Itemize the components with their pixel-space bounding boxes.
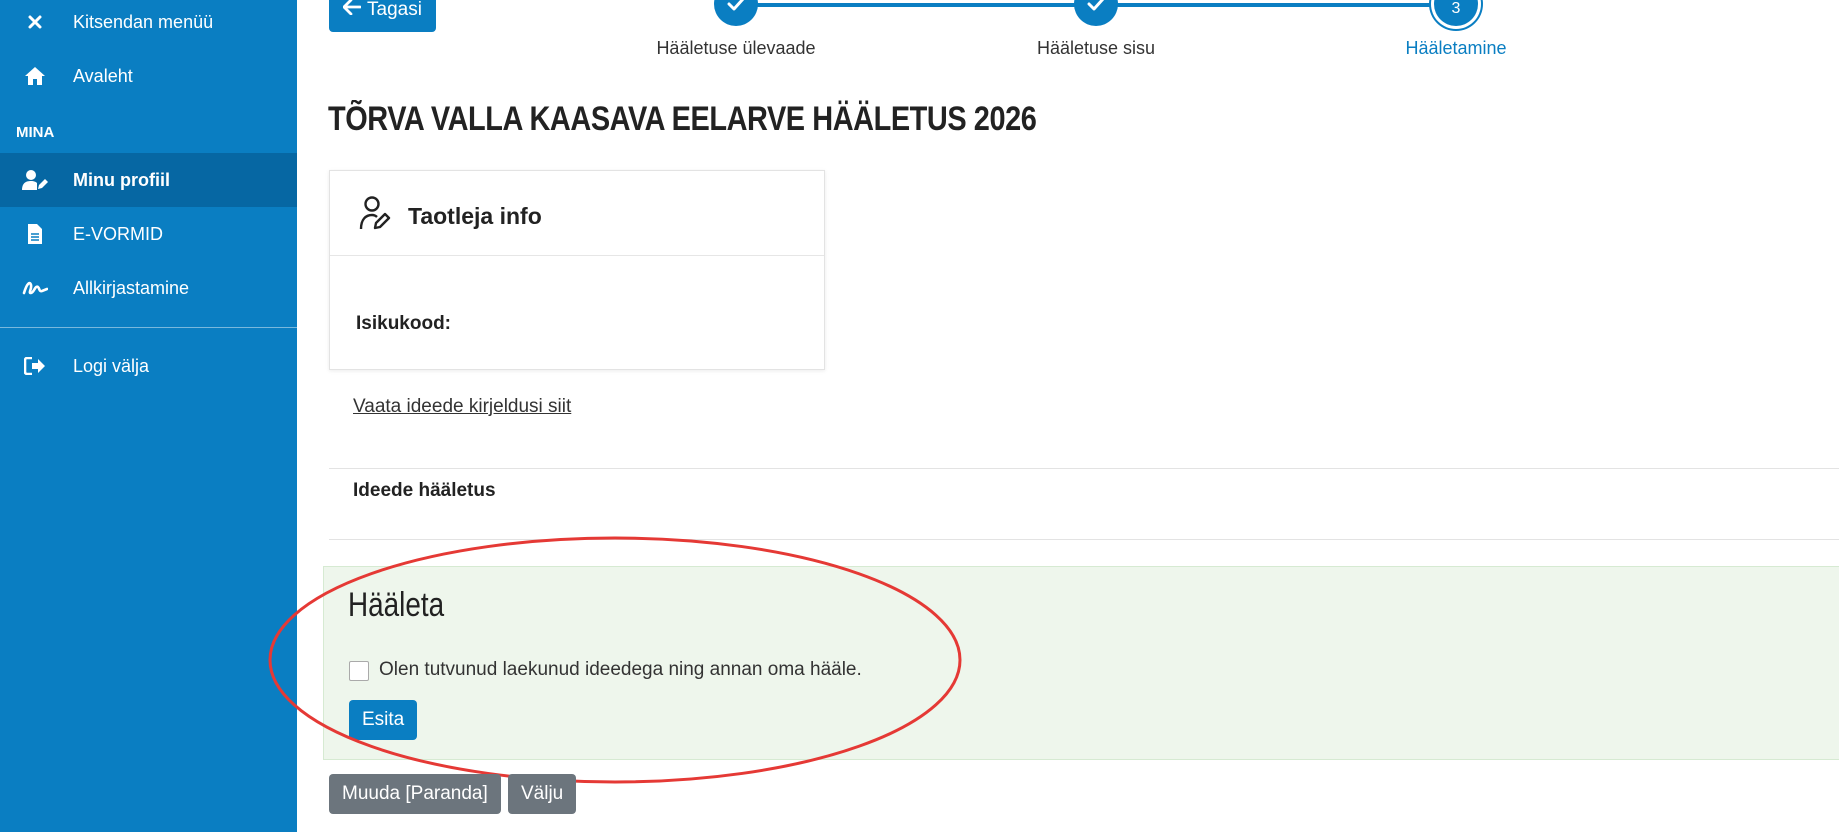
stepper-line — [1096, 3, 1456, 7]
sidebar-item-label: E-VORMID — [73, 223, 163, 244]
sidebar-item-label: Allkirjastamine — [73, 277, 190, 298]
edit-button[interactable]: Muuda [Paranda] — [329, 774, 501, 814]
sidebar-item-eforms[interactable]: E-VORMID — [0, 207, 297, 261]
home-icon — [22, 63, 48, 89]
card-title: Taotleja info — [408, 203, 542, 229]
sidebar-item-profile[interactable]: Minu profiil — [0, 153, 297, 207]
sidebar-item-label: Minu profiil — [73, 169, 170, 190]
step-2-check-icon — [1074, 0, 1118, 26]
user-edit-icon — [22, 167, 48, 193]
step-1-check-icon — [714, 0, 758, 26]
sidebar-item-home[interactable]: Avaleht — [0, 49, 297, 103]
close-icon — [22, 9, 48, 35]
signature-icon — [22, 275, 48, 301]
sidebar-item-signing[interactable]: Allkirjastamine — [0, 261, 297, 315]
user-edit-icon — [358, 195, 392, 236]
logout-button[interactable]: Logi välja — [0, 339, 297, 393]
logout-label: Logi välja — [73, 355, 150, 376]
page-title: TÕRVA VALLA KAASAVA EELARVE HÄÄLETUS 202… — [328, 100, 1037, 138]
document-icon — [22, 221, 48, 247]
step-3-number: 3 — [1451, 0, 1461, 17]
annotation-ellipse — [268, 536, 962, 784]
ideas-voting-label: Ideede hääletus — [353, 480, 496, 501]
collapse-menu-label: Kitsendan menüü — [73, 11, 214, 32]
exit-button[interactable]: Välju — [508, 774, 577, 814]
personal-code-label: Isikukood: — [356, 313, 452, 334]
step-3-circle: 3 — [1434, 0, 1478, 26]
sidebar: Kitsendan menüü Avaleht MINA Minu profii… — [0, 0, 297, 832]
divider — [329, 468, 1839, 469]
sidebar-item-label: Avaleht — [73, 65, 133, 86]
sidebar-divider — [0, 327, 297, 328]
back-button[interactable]: Tagasi — [329, 0, 436, 32]
back-label: Tagasi — [367, 0, 422, 20]
step-1-label: Hääletuse ülevaade — [656, 38, 816, 58]
step-2-label: Hääletuse sisu — [1036, 38, 1156, 58]
ideas-description-link[interactable]: Vaata ideede kirjeldusi siit — [353, 396, 571, 418]
sidebar-section-title: MINA — [16, 124, 55, 141]
card-header: Taotleja info — [330, 171, 824, 256]
arrow-left-icon — [342, 0, 362, 21]
stepper-line — [736, 3, 1096, 7]
collapse-menu-button[interactable]: Kitsendan menüü — [0, 0, 297, 49]
logout-icon — [22, 353, 48, 379]
step-3-label: Hääletamine — [1405, 38, 1507, 58]
applicant-info-card: Taotleja info Isikukood: — [329, 170, 825, 370]
